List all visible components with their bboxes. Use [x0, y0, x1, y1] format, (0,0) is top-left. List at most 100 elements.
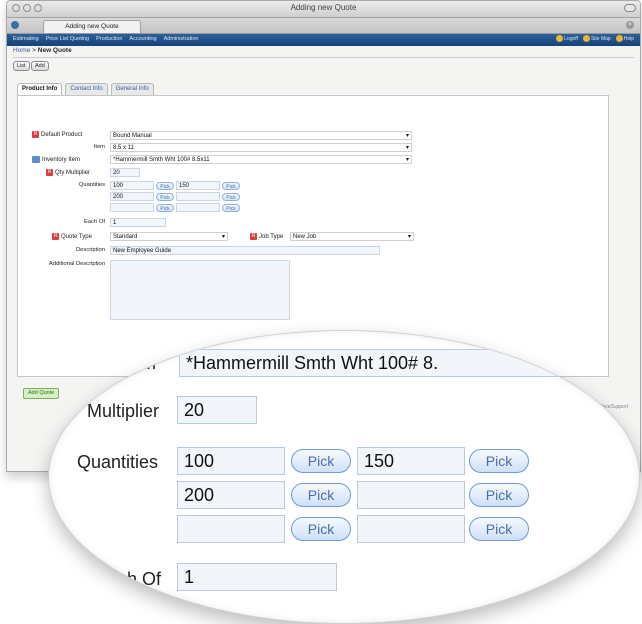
quantity-input-4[interactable]	[176, 192, 220, 201]
description-label: Description	[76, 247, 105, 253]
magnified-quantity-5	[177, 515, 285, 543]
magnified-each-of-label: h Of	[127, 569, 162, 589]
quantity-input-6[interactable]	[176, 203, 220, 212]
quantities-label: Quantities	[78, 182, 105, 188]
logoff-label: Logoff	[564, 35, 578, 42]
quote-type-label-text: Quote Type	[61, 234, 92, 241]
toolbar-toggle-icon[interactable]	[624, 4, 636, 12]
magnified-multiplier-input: 20	[177, 396, 257, 424]
title-bar: Adding new Quote	[7, 1, 640, 18]
dropdown-arrow-icon: ▾	[407, 234, 411, 240]
magnified-pick-button: Pick	[291, 483, 351, 507]
magnified-pick-button: Pick	[469, 449, 529, 473]
help-label: Help	[623, 35, 634, 42]
default-product-label: R Default Product	[32, 131, 82, 138]
job-type-label: R Job Type	[250, 233, 283, 240]
inventory-item-value: *Hammermill Smth Wht 100# 8.5x11	[113, 157, 210, 163]
inventory-item-label-text: Inventory Item	[42, 157, 81, 164]
breadcrumb-separator: >	[30, 47, 38, 54]
nav-item-accounting[interactable]: Accounting	[129, 36, 156, 42]
add-button[interactable]: Add	[31, 61, 49, 71]
quote-type-select[interactable]: Standard ▾	[110, 232, 228, 241]
pick-button-6[interactable]: Pick	[222, 204, 240, 212]
inventory-item-select[interactable]: *Hammermill Smth Wht 100# 8.5x11 ▾	[110, 155, 412, 164]
dropdown-arrow-icon: ▾	[221, 234, 225, 240]
each-of-input[interactable]: 1	[110, 218, 166, 227]
site-map-label: Site Map	[590, 35, 611, 42]
additional-description-textarea[interactable]	[110, 260, 290, 320]
dropdown-arrow-icon: ▾	[405, 133, 409, 139]
qty-multiplier-label-text: Qty Multiplier	[55, 170, 91, 177]
magnified-quantity-3: 200	[177, 481, 285, 509]
magnified-pick-button: Pick	[291, 517, 351, 541]
description-input[interactable]: New Employee Guide	[110, 246, 380, 255]
item-label: Item	[93, 144, 105, 150]
inventory-item-label: Inventory Item	[32, 156, 80, 163]
dropdown-arrow-icon: ▾	[405, 157, 409, 163]
magnified-pick-button: Pick	[469, 483, 529, 507]
nav-item-production[interactable]: Production	[96, 36, 122, 42]
list-button[interactable]: List	[13, 61, 30, 71]
additional-description-label: Additional Description	[48, 261, 105, 267]
quantity-input-5[interactable]	[110, 203, 154, 212]
divider	[13, 57, 634, 58]
globe-icon	[11, 21, 19, 29]
item-select[interactable]: 8.5 x 11 ▾	[110, 143, 412, 152]
default-product-value: Bound Manual	[113, 133, 152, 139]
magnified-quantity-4	[357, 481, 465, 509]
browser-tab[interactable]: Adding new Quote	[43, 20, 141, 33]
dropdown-arrow-icon: ▾	[405, 145, 409, 151]
magnified-quantity-1: 100	[177, 447, 285, 475]
form-tabs: Product Info Contact Info General Info	[17, 83, 154, 95]
nav-item-administration[interactable]: Administration	[164, 36, 199, 42]
close-tab-icon[interactable]: ×	[626, 21, 634, 29]
magnified-each-of-input: 1	[177, 563, 337, 591]
pick-button-1[interactable]: Pick	[156, 182, 174, 190]
breadcrumb-current: New Quote	[37, 47, 72, 54]
magnified-pick-button: Pick	[469, 517, 529, 541]
tab-contact-info[interactable]: Contact Info	[65, 83, 108, 95]
job-type-value: New Job	[293, 234, 317, 240]
site-map-link[interactable]: Site Map	[582, 35, 611, 42]
window-title: Adding new Quote	[290, 3, 357, 12]
default-product-select[interactable]: Bound Manual ▾	[110, 131, 412, 140]
magnifier-lens: m *Hammermill Smth Wht 100# 8. Multiplie…	[48, 330, 640, 624]
quantity-input-3[interactable]: 200	[110, 192, 154, 201]
breadcrumb: Home > New Quote	[13, 47, 72, 54]
job-type-select[interactable]: New Job ▾	[290, 232, 414, 241]
browser-tabbar: Adding new Quote ×	[7, 18, 640, 34]
required-icon: R	[52, 233, 59, 240]
default-product-label-text: Default Product	[41, 132, 83, 139]
magnified-quantity-6	[357, 515, 465, 543]
tab-product-info[interactable]: Product Info	[17, 83, 63, 95]
user-icon	[556, 35, 564, 42]
help-link[interactable]: Help	[615, 35, 634, 42]
pick-button-3[interactable]: Pick	[156, 193, 174, 201]
app-navbar: Estimating Price List Quoting Production…	[7, 34, 640, 46]
pick-button-5[interactable]: Pick	[156, 204, 174, 212]
tab-general-info[interactable]: General Info	[110, 83, 154, 95]
logoff-link[interactable]: Logoff	[556, 35, 578, 42]
breadcrumb-home[interactable]: Home	[13, 47, 30, 54]
pick-button-2[interactable]: Pick	[222, 182, 240, 190]
magnified-inventory-item: *Hammermill Smth Wht 100# 8.	[179, 349, 639, 377]
inventory-icon[interactable]	[32, 156, 40, 163]
pick-button-4[interactable]: Pick	[222, 193, 240, 201]
magnified-item-label-partial: m	[141, 353, 156, 373]
magnified-pick-button: Pick	[291, 449, 351, 473]
magnified-multiplier-label: Multiplier	[87, 401, 160, 421]
item-value: 8.5 x 11	[113, 145, 134, 151]
nav-item-price-list-quoting[interactable]: Price List Quoting	[46, 36, 89, 42]
qty-multiplier-input[interactable]: 20	[110, 168, 140, 177]
quantity-input-1[interactable]: 100	[110, 181, 154, 190]
quote-type-value: Standard	[113, 234, 138, 240]
help-icon	[615, 35, 623, 42]
required-icon: R	[250, 233, 257, 240]
add-quote-button[interactable]: Add Quote	[23, 388, 60, 399]
browser-tab-label: Adding new Quote	[65, 23, 119, 30]
required-icon: R	[46, 169, 53, 176]
required-icon: R	[32, 131, 39, 138]
each-of-label: Each Of	[84, 219, 105, 225]
quantity-input-2[interactable]: 150	[176, 181, 220, 190]
nav-item-estimating[interactable]: Estimating	[13, 36, 39, 42]
